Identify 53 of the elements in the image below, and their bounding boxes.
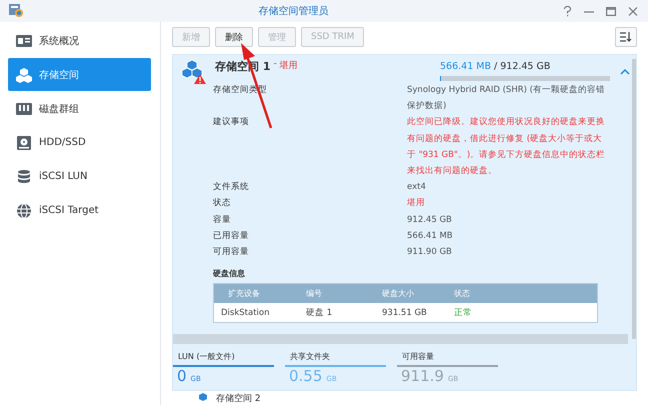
- summary-value: 0: [177, 367, 187, 386]
- summary-label: 共享文件夹: [285, 351, 386, 368]
- detail-label: 文件系统: [213, 180, 250, 194]
- window-title: 存储空间管理员: [258, 4, 330, 18]
- detail-label: 状态: [213, 197, 232, 210]
- volume-name: 存储空间 2: [216, 392, 261, 404]
- sidebar-item[interactable]: 磁盘群组: [8, 92, 151, 125]
- detail-value: ext4: [407, 181, 427, 194]
- detail-label: 容量: [213, 214, 232, 227]
- sidebar-item[interactable]: 系统概况: [8, 24, 151, 57]
- volume-status: 堪用: [280, 60, 298, 72]
- maximize-icon[interactable]: [606, 6, 616, 16]
- detail-label: 可用容量: [213, 246, 250, 260]
- column-header: 编号: [305, 288, 323, 300]
- summary-value: 0.55: [289, 367, 322, 386]
- help-icon[interactable]: [563, 6, 572, 16]
- detail-value: 566.41 MB: [407, 230, 454, 243]
- column-header: 状态: [453, 288, 470, 300]
- summary-label: LUN (一般文件): [173, 351, 274, 368]
- disk-info-title: 硬盘信息: [213, 268, 246, 280]
- column-header: 硬盘大小: [381, 288, 415, 300]
- summary-value: 911.9: [401, 367, 444, 386]
- sidebar-item-icon: [15, 32, 33, 48]
- sort-icon: [620, 32, 632, 42]
- table-cell-text: 931.51 GB: [381, 308, 428, 318]
- detail-label: 已用容量: [213, 230, 250, 243]
- toolbar-button[interactable]: 删除: [215, 27, 253, 47]
- sidebar-item[interactable]: iSCSI Target: [8, 194, 151, 227]
- sidebar-item-icon: [15, 66, 33, 82]
- sidebar-item-icon: [15, 134, 33, 150]
- close-icon[interactable]: [628, 6, 638, 16]
- detail-value: 堪用: [407, 197, 426, 210]
- detail-value: Synology Hybrid RAID (SHR) (有一颗硬盘的容错保护数据): [407, 84, 606, 114]
- sidebar-item-icon: [15, 202, 33, 218]
- scrollbar[interactable]: [632, 59, 636, 339]
- table-cell-text: DiskStation: [220, 308, 270, 318]
- separator-text: -: [273, 59, 277, 69]
- sidebar-item-icon: [15, 100, 33, 116]
- total-capacity: / 912.45 GB: [494, 61, 550, 72]
- table-cell-text: 正常: [453, 306, 472, 319]
- detail-label: 建议事项: [213, 116, 250, 130]
- summary-label: 可用容量: [397, 351, 498, 368]
- used-capacity: 566.41 MB: [440, 61, 491, 72]
- detail-value: 此空间已降级。建议您使用状况良好的硬盘来更换有问题的硬盘，借此进行修复 (硬盘大小等于或大于 "931 GB"。)。请参见下方硬盘信息中的状态栏来找出有问题的硬盘。: [407, 116, 606, 178]
- sidebar-item-icon: [15, 168, 33, 184]
- column-header: 扩充设备: [227, 288, 261, 300]
- sort-button[interactable]: [615, 27, 637, 47]
- detail-value: 911.90 GB: [407, 246, 453, 260]
- detail-value: 912.45 GB: [407, 214, 453, 227]
- cubes-icon: [198, 392, 208, 404]
- sidebar-item[interactable]: HDD/SSD: [8, 126, 151, 159]
- sidebar-item[interactable]: iSCSI LUN: [8, 160, 151, 193]
- table-cell-text: 硬盘 1: [305, 306, 334, 319]
